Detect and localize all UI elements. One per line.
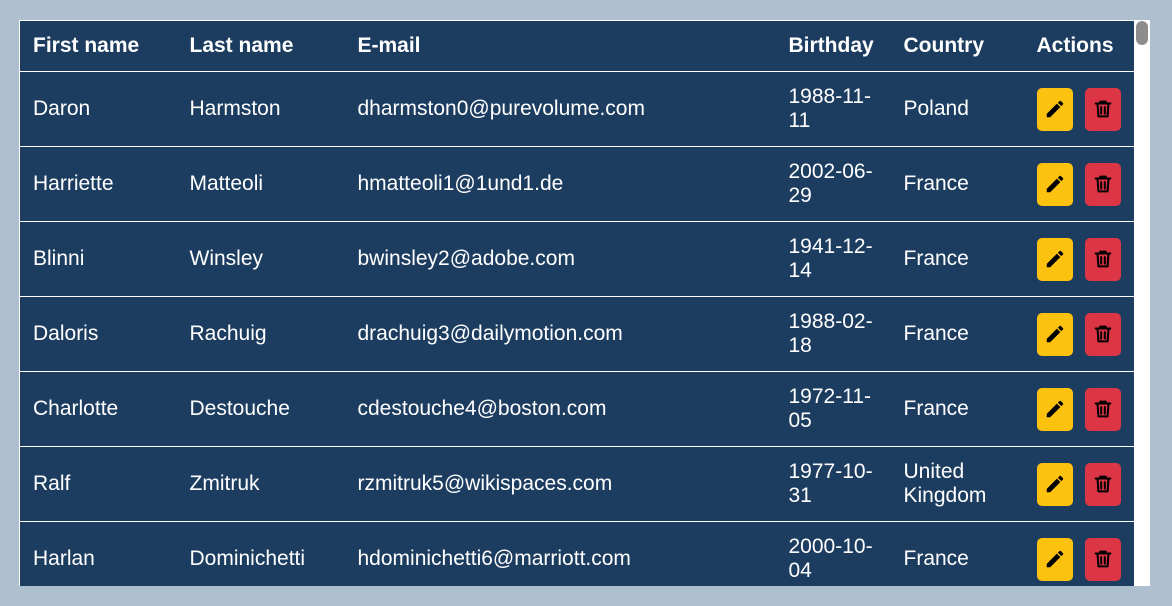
trash-icon xyxy=(1092,323,1114,345)
country-cell: Poland xyxy=(890,71,1024,147)
last-name-cell: Winsley xyxy=(176,221,345,297)
first-name-cell: Ralf xyxy=(19,446,177,522)
pencil-icon xyxy=(1044,248,1066,270)
row-actions xyxy=(1036,462,1128,506)
row-actions xyxy=(1036,162,1128,206)
header-country: Country xyxy=(890,20,1024,72)
country-cell: France xyxy=(890,521,1024,586)
edit-button[interactable] xyxy=(1036,537,1073,581)
row-actions xyxy=(1036,387,1128,431)
email-cell: drachuig3@dailymotion.com xyxy=(344,296,776,372)
first-name-cell: Daloris xyxy=(19,296,177,372)
last-name-cell: Matteoli xyxy=(176,146,345,222)
first-name-cell: Harriette xyxy=(19,146,177,222)
last-name-cell: Dominichetti xyxy=(176,521,345,586)
pencil-icon xyxy=(1044,98,1066,120)
row-actions xyxy=(1036,87,1128,131)
birthday-cell: 1972-11-05 xyxy=(775,371,891,447)
users-table: First name Last name E-mail Birthday Cou… xyxy=(19,20,1136,586)
pencil-icon xyxy=(1044,398,1066,420)
actions-cell xyxy=(1023,146,1136,222)
birthday-cell: 2002-06-29 xyxy=(775,146,891,222)
country-cell: France xyxy=(890,146,1024,222)
birthday-cell: 1988-11-11 xyxy=(775,71,891,147)
trash-icon xyxy=(1092,548,1114,570)
country-cell: France xyxy=(890,371,1024,447)
delete-button[interactable] xyxy=(1084,387,1121,431)
pencil-icon xyxy=(1044,473,1066,495)
last-name-cell: Harmston xyxy=(176,71,345,147)
delete-button[interactable] xyxy=(1084,462,1121,506)
table-row: Charlotte Destouche cdestouche4@boston.c… xyxy=(19,371,1136,447)
country-cell: France xyxy=(890,221,1024,297)
actions-cell xyxy=(1023,521,1136,586)
row-actions xyxy=(1036,312,1128,356)
delete-button[interactable] xyxy=(1084,87,1121,131)
country-cell: United Kingdom xyxy=(890,446,1024,522)
edit-button[interactable] xyxy=(1036,462,1073,506)
header-email: E-mail xyxy=(344,20,776,72)
actions-cell xyxy=(1023,221,1136,297)
pencil-icon xyxy=(1044,323,1066,345)
email-cell: cdestouche4@boston.com xyxy=(344,371,776,447)
delete-button[interactable] xyxy=(1084,237,1121,281)
birthday-cell: 2000-10-04 xyxy=(775,521,891,586)
edit-button[interactable] xyxy=(1036,162,1073,206)
email-cell: hdominichetti6@marriott.com xyxy=(344,521,776,586)
actions-cell xyxy=(1023,446,1136,522)
scrollbar-thumb[interactable] xyxy=(1136,21,1148,45)
birthday-cell: 1941-12-14 xyxy=(775,221,891,297)
edit-button[interactable] xyxy=(1036,387,1073,431)
table-container: First name Last name E-mail Birthday Cou… xyxy=(19,20,1150,586)
header-actions: Actions xyxy=(1023,20,1136,72)
pencil-icon xyxy=(1044,173,1066,195)
table-row: Harriette Matteoli hmatteoli1@1und1.de 2… xyxy=(19,146,1136,222)
table-row: Ralf Zmitruk rzmitruk5@wikispaces.com 19… xyxy=(19,446,1136,522)
edit-button[interactable] xyxy=(1036,312,1073,356)
pencil-icon xyxy=(1044,548,1066,570)
vertical-scrollbar[interactable] xyxy=(1134,20,1150,586)
email-cell: dharmston0@purevolume.com xyxy=(344,71,776,147)
country-cell: France xyxy=(890,296,1024,372)
last-name-cell: Rachuig xyxy=(176,296,345,372)
header-first-name: First name xyxy=(19,20,177,72)
birthday-cell: 1977-10-31 xyxy=(775,446,891,522)
last-name-cell: Destouche xyxy=(176,371,345,447)
header-birthday: Birthday xyxy=(775,20,891,72)
edit-button[interactable] xyxy=(1036,87,1073,131)
table-row: Daron Harmston dharmston0@purevolume.com… xyxy=(19,71,1136,147)
table-header-row: First name Last name E-mail Birthday Cou… xyxy=(19,20,1136,72)
table-row: Harlan Dominichetti hdominichetti6@marri… xyxy=(19,521,1136,586)
table-row: Blinni Winsley bwinsley2@adobe.com 1941-… xyxy=(19,221,1136,297)
last-name-cell: Zmitruk xyxy=(176,446,345,522)
trash-icon xyxy=(1092,398,1114,420)
header-last-name: Last name xyxy=(176,20,345,72)
table-row: Daloris Rachuig drachuig3@dailymotion.co… xyxy=(19,296,1136,372)
first-name-cell: Daron xyxy=(19,71,177,147)
row-actions xyxy=(1036,537,1128,581)
email-cell: rzmitruk5@wikispaces.com xyxy=(344,446,776,522)
actions-cell xyxy=(1023,371,1136,447)
row-actions xyxy=(1036,237,1128,281)
email-cell: bwinsley2@adobe.com xyxy=(344,221,776,297)
first-name-cell: Blinni xyxy=(19,221,177,297)
actions-cell xyxy=(1023,71,1136,147)
actions-cell xyxy=(1023,296,1136,372)
trash-icon xyxy=(1092,173,1114,195)
birthday-cell: 1988-02-18 xyxy=(775,296,891,372)
edit-button[interactable] xyxy=(1036,237,1073,281)
delete-button[interactable] xyxy=(1084,537,1121,581)
first-name-cell: Charlotte xyxy=(19,371,177,447)
trash-icon xyxy=(1092,98,1114,120)
trash-icon xyxy=(1092,248,1114,270)
delete-button[interactable] xyxy=(1084,162,1121,206)
email-cell: hmatteoli1@1und1.de xyxy=(344,146,776,222)
first-name-cell: Harlan xyxy=(19,521,177,586)
trash-icon xyxy=(1092,473,1114,495)
delete-button[interactable] xyxy=(1084,312,1121,356)
